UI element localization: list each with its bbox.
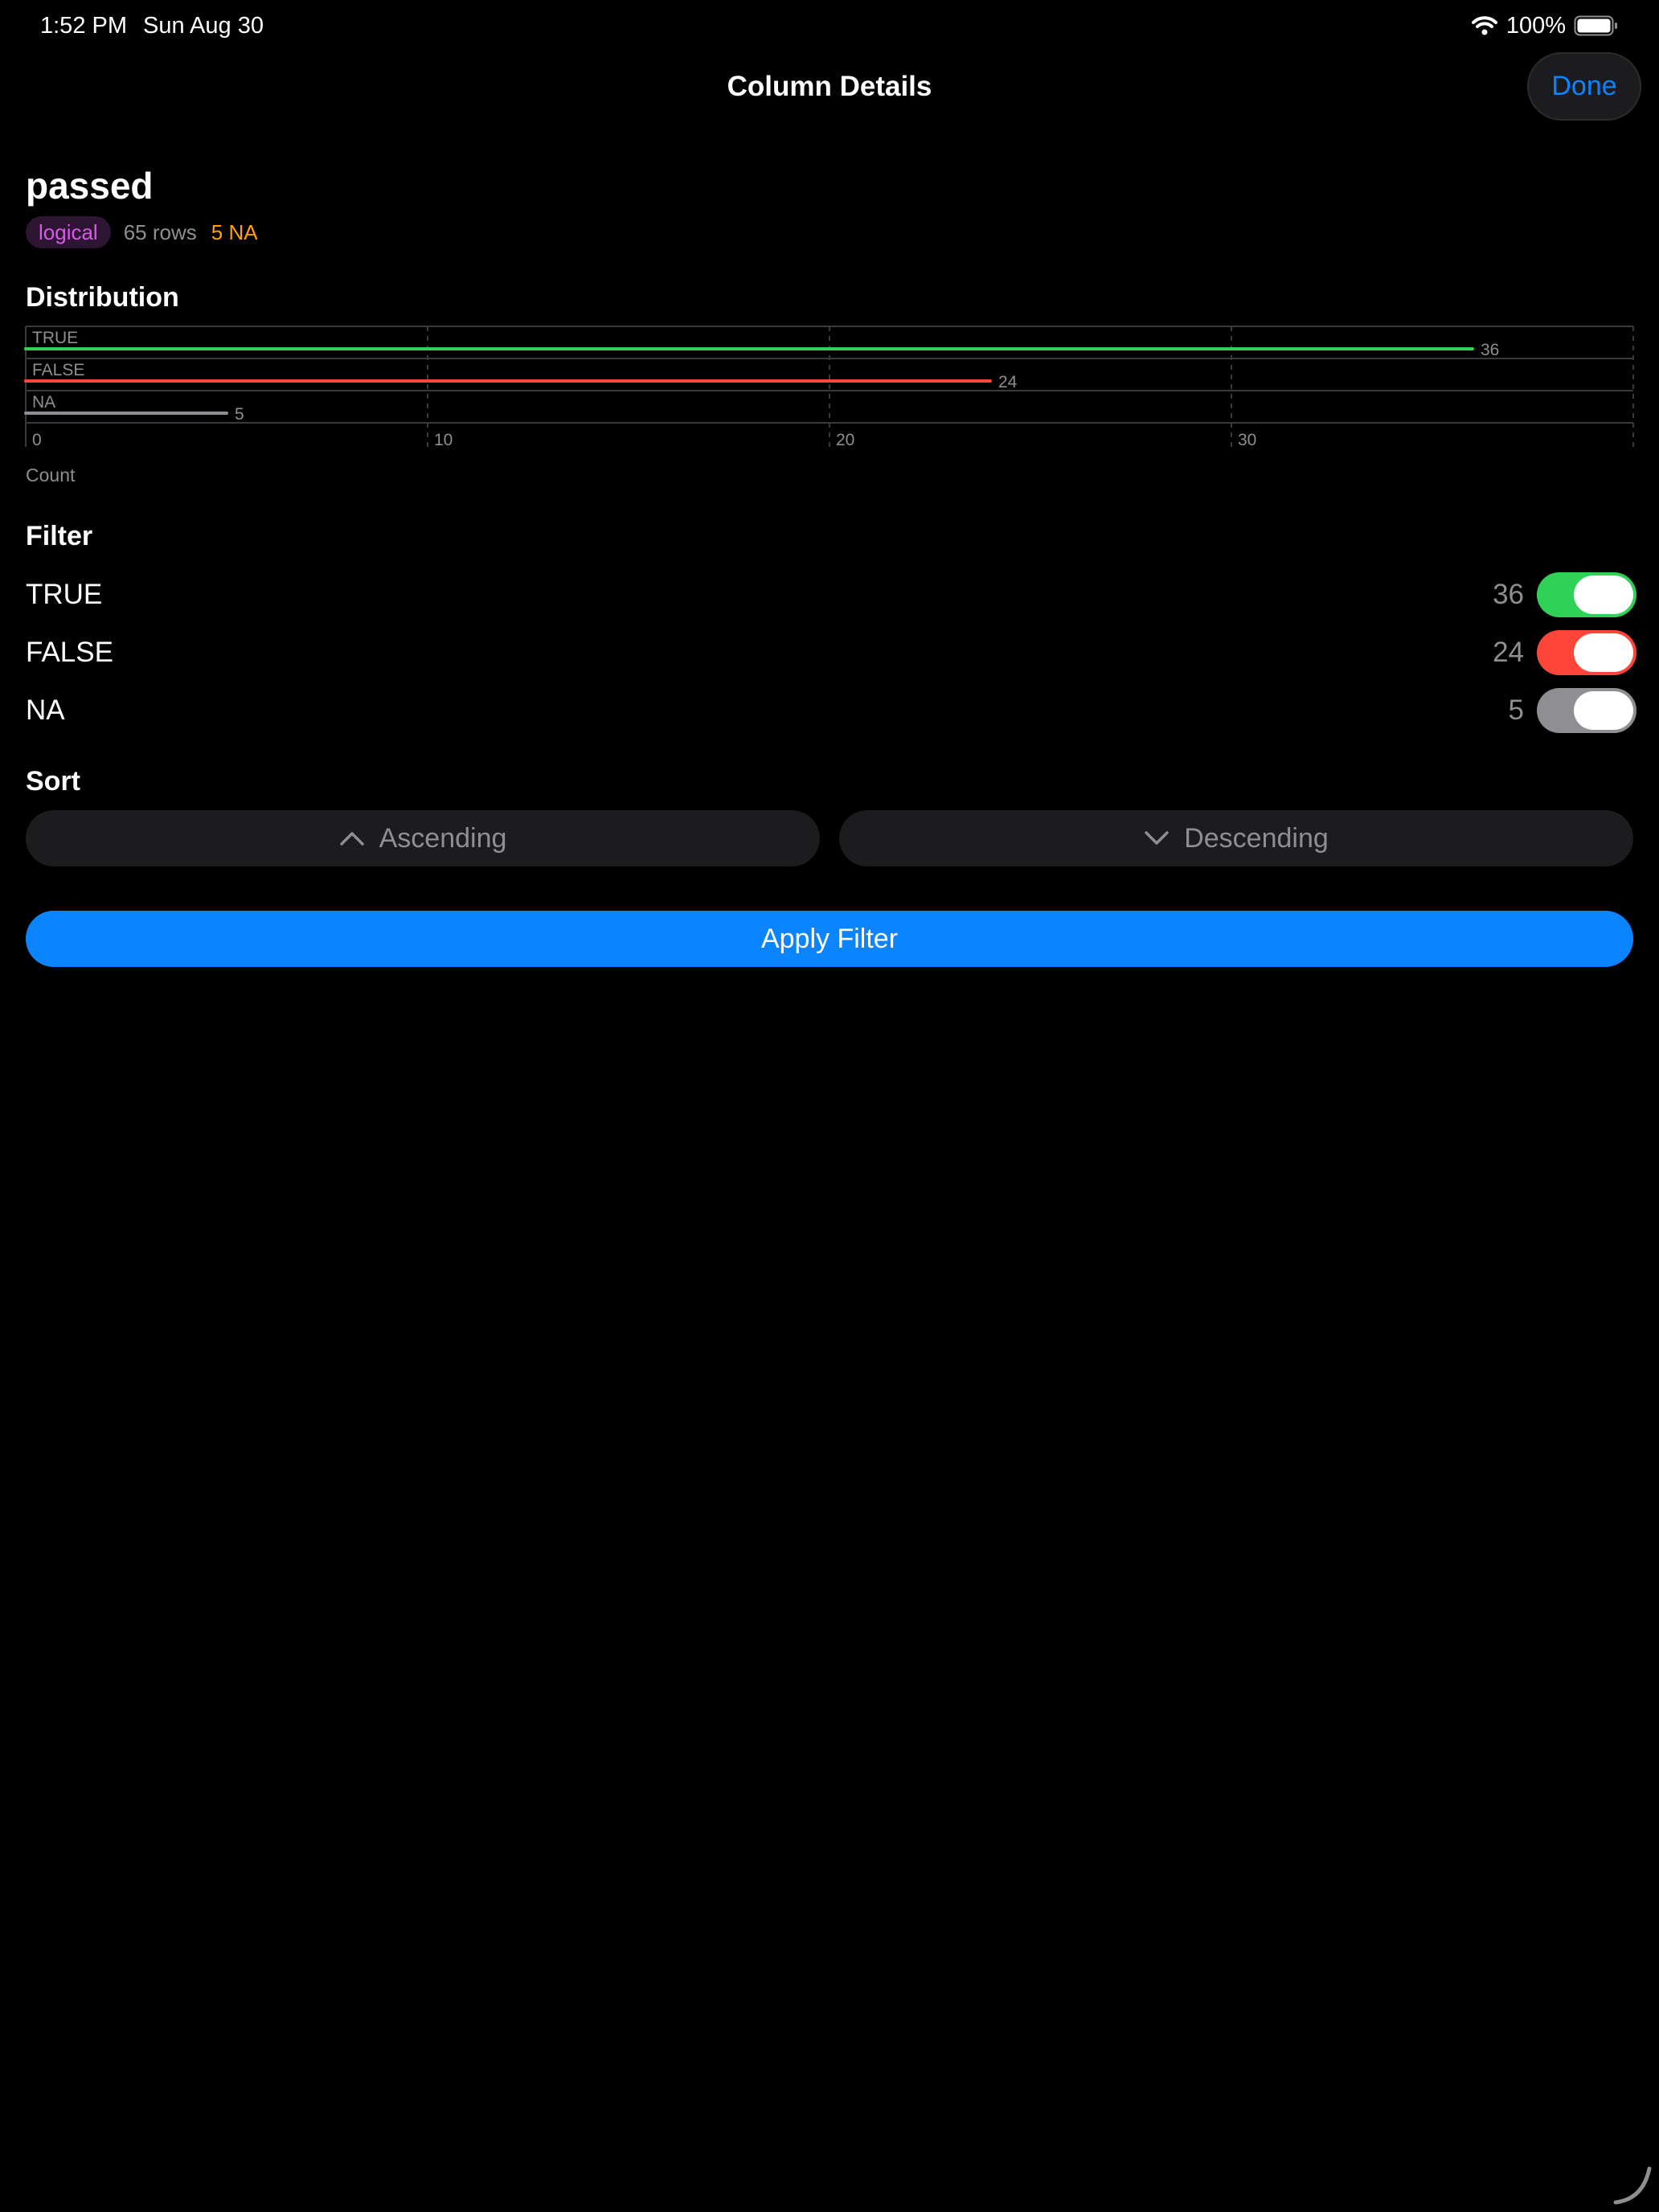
- done-button[interactable]: Done: [1527, 52, 1641, 121]
- type-badge: logical: [26, 216, 111, 248]
- chart-category-label: TRUE: [32, 329, 78, 347]
- resize-handle-icon[interactable]: [1611, 2164, 1653, 2206]
- chart-value-label: 24: [998, 373, 1018, 391]
- row-count: 65 rows: [123, 219, 197, 244]
- chevron-up-icon: [339, 832, 364, 846]
- toggle-false[interactable]: [1537, 630, 1636, 675]
- toggle-knob: [1574, 691, 1633, 730]
- apply-filter-button[interactable]: Apply Filter: [26, 911, 1633, 967]
- battery-percent: 100%: [1505, 12, 1566, 39]
- battery-icon: [1574, 15, 1617, 36]
- chart-tick-label: 30: [1238, 431, 1256, 449]
- toggle-knob: [1574, 633, 1633, 672]
- chart-tick-label: 0: [32, 431, 42, 449]
- column-meta: logical 65 rows 5 NA: [26, 216, 258, 248]
- filter-label: NA: [26, 694, 65, 726]
- status-indicators: 100%: [1471, 11, 1619, 40]
- filter-label: FALSE: [26, 637, 113, 668]
- nav-title: Column Details: [727, 71, 932, 102]
- chart-category-label: NA: [32, 393, 55, 412]
- chevron-down-icon: [1145, 831, 1169, 845]
- chart-axis-label: Count: [26, 465, 76, 485]
- wifi-icon: [1471, 16, 1497, 35]
- column-details-screen: 1:52 PM Sun Aug 30 100% Column Details Do…: [0, 0, 1659, 2212]
- filter-row-false: FALSE 24: [26, 629, 1636, 677]
- filter-count: 24: [1493, 637, 1524, 668]
- sort-title: Sort: [26, 766, 80, 797]
- chart-tick-label: 10: [434, 431, 453, 449]
- sort-ascending-label: Ascending: [379, 822, 507, 854]
- distribution-title: Distribution: [26, 282, 179, 313]
- chart-category-label: FALSE: [32, 361, 84, 379]
- status-time: 1:52 PM Sun Aug 30: [40, 11, 264, 40]
- filter-row-true: TRUE 36: [26, 571, 1636, 619]
- toggle-knob: [1574, 576, 1633, 614]
- sort-descending-label: Descending: [1184, 822, 1329, 854]
- chart-value-label: 5: [235, 405, 244, 424]
- filter-title: Filter: [26, 521, 93, 551]
- column-name: passed: [26, 165, 154, 207]
- sort-descending-button[interactable]: Descending: [839, 810, 1633, 866]
- na-count: 5 NA: [211, 219, 258, 244]
- filter-count: 5: [1508, 694, 1524, 726]
- filter-label: TRUE: [26, 579, 103, 610]
- toggle-na[interactable]: [1537, 688, 1636, 733]
- toggle-true[interactable]: [1537, 572, 1636, 617]
- filter-row-na: NA 5: [26, 686, 1636, 735]
- chart-tick-label: 20: [836, 431, 854, 449]
- chart-value-label: 36: [1481, 341, 1499, 359]
- distribution-chart: TRUE 36 FALSE 24 NA 5 0 10 20 30: [24, 326, 1634, 449]
- filter-count: 36: [1493, 579, 1524, 610]
- status-clock: 1:52 PM: [40, 13, 127, 39]
- status-date: Sun Aug 30: [143, 13, 264, 39]
- sort-ascending-button[interactable]: Ascending: [26, 810, 820, 866]
